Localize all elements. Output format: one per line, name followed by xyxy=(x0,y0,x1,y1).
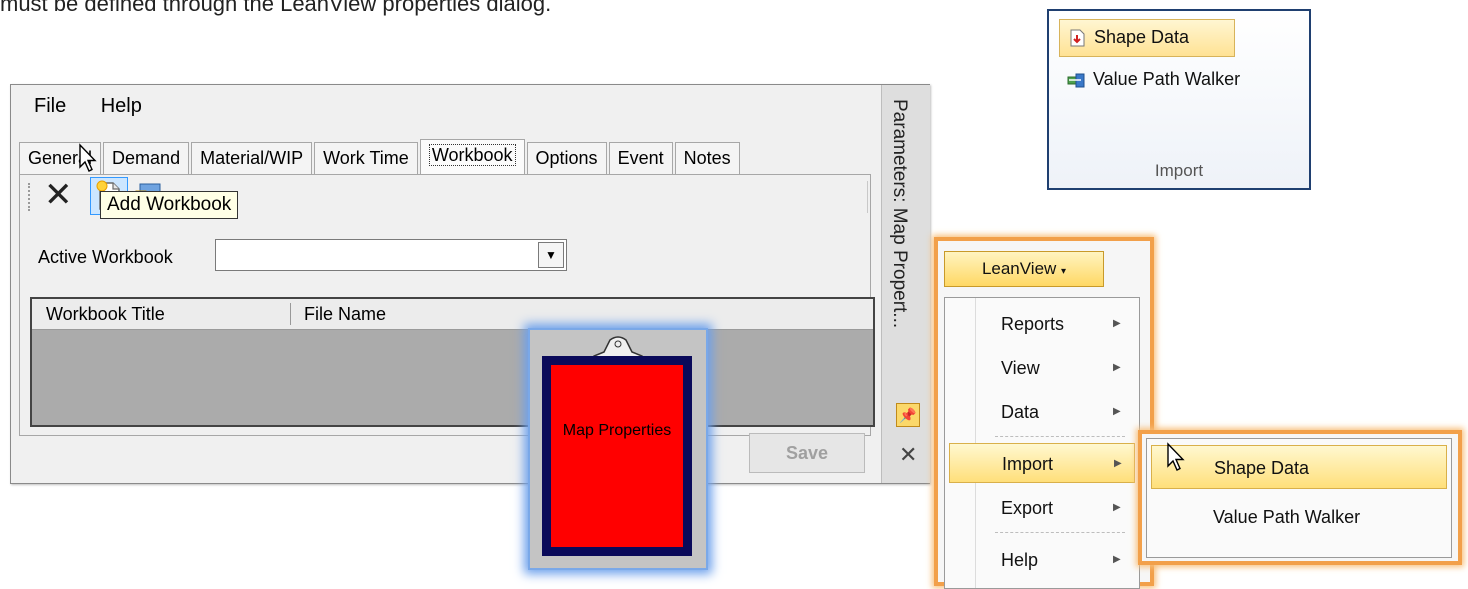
menu-bar: File Help xyxy=(19,93,157,119)
shape-data-icon xyxy=(1070,29,1085,47)
value-path-walker-label: Value Path Walker xyxy=(1093,69,1241,89)
chevron-right-icon: ▶ xyxy=(1113,362,1121,373)
toolbar-grip[interactable] xyxy=(28,183,34,211)
menu-item-label: Export xyxy=(1001,498,1054,518)
ribbon-group-label: Import xyxy=(1154,161,1204,180)
menu-help[interactable]: Help xyxy=(86,93,157,119)
chevron-right-icon: ▶ xyxy=(1113,406,1121,417)
import-submenu-highlight: Shape Data Value Path Walker xyxy=(1138,430,1462,565)
tab-demand[interactable]: Demand xyxy=(103,142,190,174)
close-icon[interactable]: ✕ xyxy=(899,442,917,468)
column-workbook-title[interactable]: Workbook Title xyxy=(46,304,165,325)
chevron-right-icon: ▶ xyxy=(1113,318,1121,329)
submenu-item-label: Value Path Walker xyxy=(1213,507,1361,527)
mouse-cursor-icon xyxy=(1166,442,1186,477)
column-divider[interactable] xyxy=(290,303,291,325)
pane-title: Parameters: Map Propert... xyxy=(889,99,910,329)
menu-item-label: Data xyxy=(1001,402,1040,422)
value-path-walker-ribbon-button[interactable]: Value Path Walker xyxy=(1059,63,1299,97)
pin-icon[interactable]: 📌 xyxy=(896,403,920,427)
chevron-right-icon: ▶ xyxy=(1113,554,1121,565)
chevron-down-icon[interactable]: ▼ xyxy=(538,242,564,268)
tab-event[interactable]: Event xyxy=(608,142,673,174)
map-properties-label: Map Properties xyxy=(562,422,672,439)
save-button[interactable]: Save xyxy=(749,433,865,473)
menu-file[interactable]: File xyxy=(19,93,81,119)
submenu-item-value-path-walker[interactable]: Value Path Walker xyxy=(1151,495,1447,539)
tab-workbook[interactable]: Workbook xyxy=(419,139,525,175)
chevron-right-icon: ▶ xyxy=(1114,458,1122,469)
active-workbook-label: Active Workbook xyxy=(38,247,173,267)
shape-data-ribbon-button[interactable]: Shape Data xyxy=(1059,19,1235,57)
tab-work-time[interactable]: Work Time xyxy=(314,142,418,174)
leanview-menu-highlight: LeanView ▾ Reports ▶ View ▶ Data ▶ Impor… xyxy=(934,237,1154,589)
leanview-button-label: LeanView xyxy=(981,259,1057,278)
tab-notes[interactable]: Notes xyxy=(674,142,740,174)
intro-text: must be defined through the LeanView pro… xyxy=(0,0,552,16)
column-file-name[interactable]: File Name xyxy=(304,304,386,325)
menu-item-import[interactable]: Import ▶ xyxy=(949,443,1135,483)
menu-item-view[interactable]: View ▶ xyxy=(949,348,1135,388)
tab-material-wip[interactable]: Material/WIP xyxy=(191,142,313,174)
chevron-down-icon: ▾ xyxy=(1061,266,1067,277)
delete-icon[interactable]: ✕ xyxy=(44,178,73,212)
menu-separator xyxy=(995,532,1125,533)
menu-item-reports[interactable]: Reports ▶ xyxy=(949,304,1135,344)
menu-item-help[interactable]: Help ▶ xyxy=(949,540,1135,580)
leanview-menu: Reports ▶ View ▶ Data ▶ Import ▶ Export … xyxy=(944,297,1140,589)
menu-item-label: View xyxy=(1001,358,1040,378)
tab-options[interactable]: Options xyxy=(526,142,607,174)
shape-data-label: Shape Data xyxy=(1094,27,1190,47)
menu-item-data[interactable]: Data ▶ xyxy=(949,392,1135,432)
active-workbook-select[interactable]: ▼ xyxy=(215,239,567,271)
map-properties-button[interactable]: Map Properties xyxy=(528,328,708,570)
menu-item-label: Import xyxy=(1002,454,1054,474)
ribbon-import-group: Shape Data Value Path Walker Import xyxy=(1047,9,1311,190)
submenu-item-label: Shape Data xyxy=(1214,458,1310,478)
menu-separator xyxy=(995,436,1125,437)
workbook-grid[interactable]: Workbook Title File Name xyxy=(30,297,875,427)
mouse-cursor-icon xyxy=(78,143,98,178)
pane-sidebar: Parameters: Map Propert... 📌 ✕ xyxy=(881,85,930,483)
leanview-dropdown-button[interactable]: LeanView ▾ xyxy=(944,251,1104,287)
import-submenu: Shape Data Value Path Walker xyxy=(1146,438,1452,558)
chevron-right-icon: ▶ xyxy=(1113,502,1121,513)
tab-strip: General Demand Material/WIP Work Time Wo… xyxy=(19,139,742,175)
parameters-window: File Help General Demand Material/WIP Wo… xyxy=(10,84,930,484)
tab-workbook-label: Workbook xyxy=(428,144,516,166)
grid-header: Workbook Title File Name xyxy=(32,299,873,330)
toolbar-separator xyxy=(867,181,870,213)
add-workbook-tooltip: Add Workbook xyxy=(100,191,239,219)
clipboard-icon: Map Properties xyxy=(542,356,692,556)
menu-item-export[interactable]: Export ▶ xyxy=(949,488,1135,528)
menu-item-label: Reports xyxy=(1001,314,1065,334)
menu-item-label: Help xyxy=(1001,550,1039,570)
value-path-walker-icon xyxy=(1067,73,1085,88)
submenu-item-shape-data[interactable]: Shape Data xyxy=(1151,445,1447,489)
